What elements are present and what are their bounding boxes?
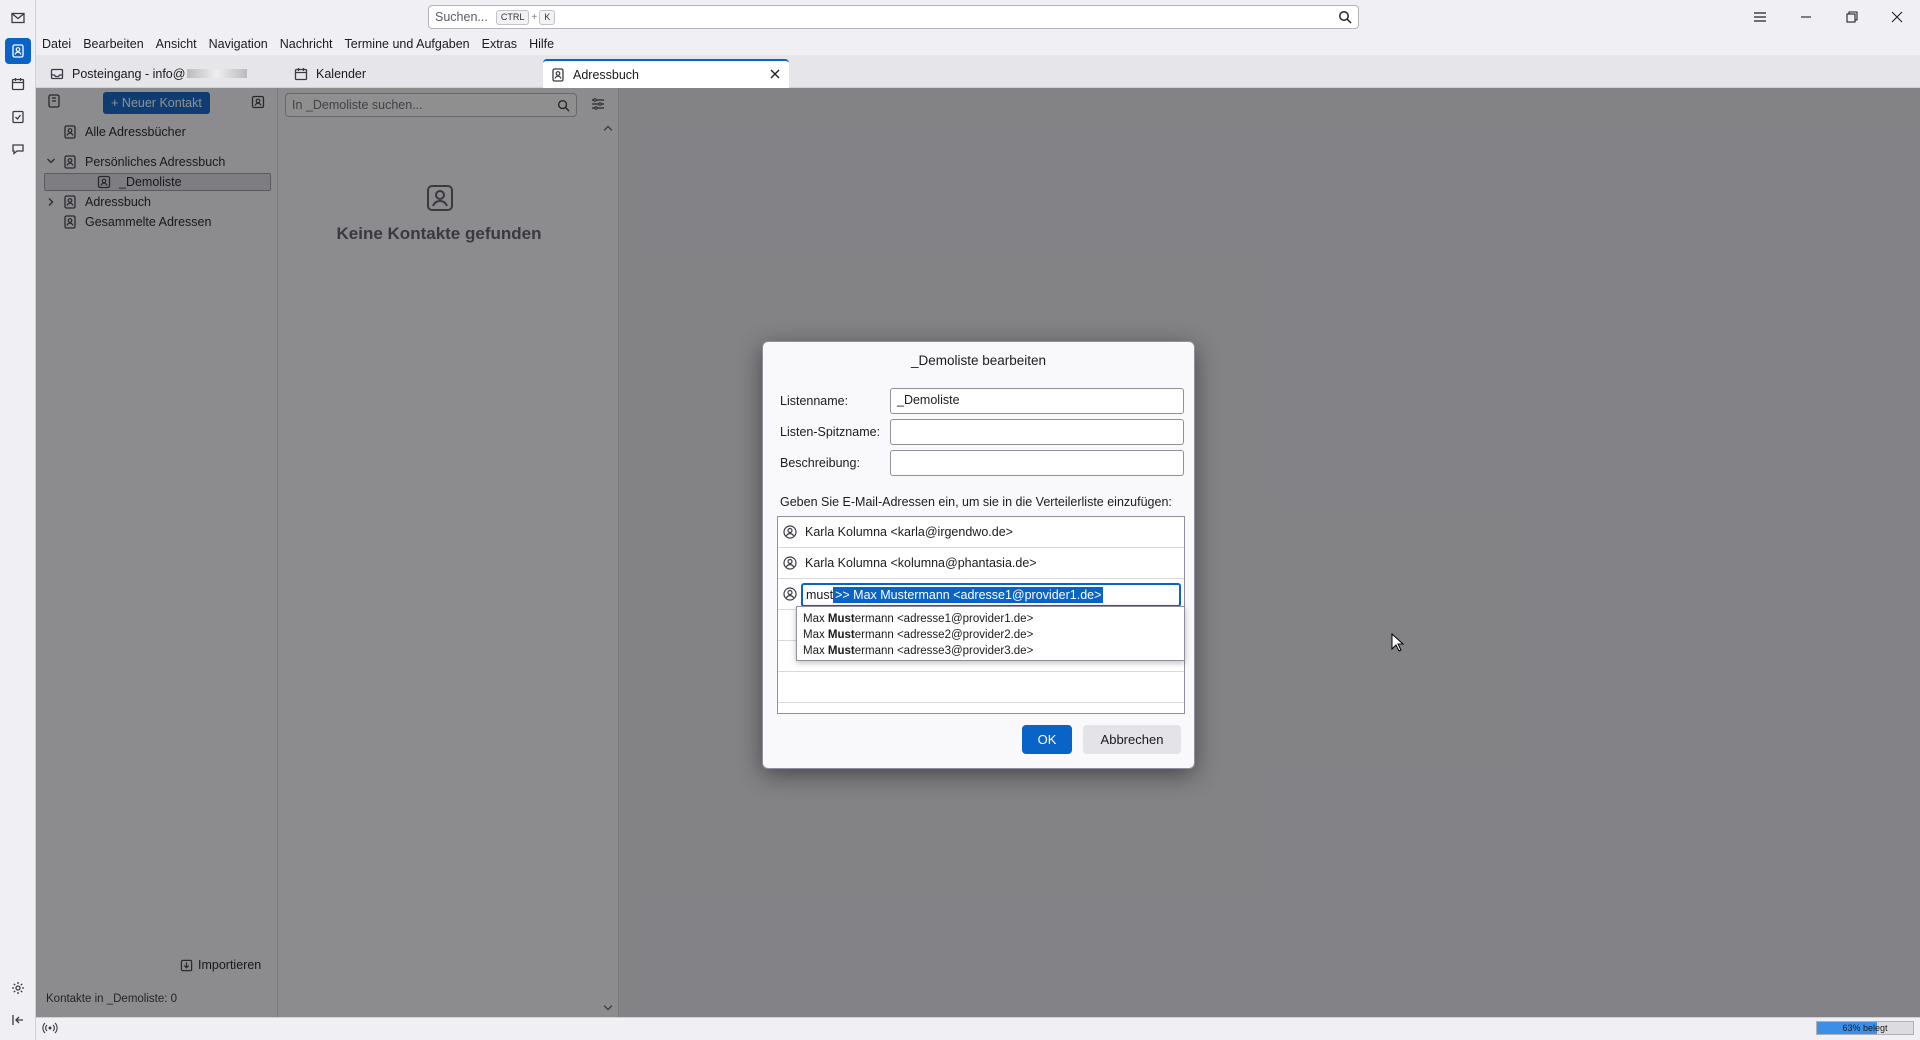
search-placeholder: Suchen... bbox=[435, 10, 488, 24]
autocomplete-option[interactable]: Max Mustermann <adresse3@provider3.de> bbox=[797, 643, 1184, 659]
tab-address-book-label: Adressbuch bbox=[573, 67, 640, 82]
search-icon[interactable] bbox=[1338, 10, 1352, 24]
address-row[interactable]: Karla Kolumna <karla@irgendwo.de> bbox=[778, 517, 1184, 548]
tab-calendar-label: Kalender bbox=[316, 66, 367, 81]
collapse-toolbar-icon[interactable] bbox=[5, 1007, 31, 1033]
menu-ansicht[interactable]: Ansicht bbox=[156, 37, 197, 51]
address-row-text: Karla Kolumna <kolumna@phantasia.de> bbox=[805, 556, 1037, 570]
autocomplete-option[interactable]: Max Mustermann <adresse1@provider1.de> bbox=[797, 611, 1184, 627]
tab-bar: Posteingang - info@ Kalender Adressbuch bbox=[36, 55, 1920, 88]
listname-input[interactable]: _Demoliste bbox=[890, 388, 1184, 414]
address-book-icon[interactable] bbox=[5, 38, 31, 64]
option-match: Must bbox=[827, 629, 855, 641]
option-suffix: ermann <adresse1@provider1.de> bbox=[854, 613, 1034, 625]
address-book-tab-icon bbox=[551, 67, 565, 82]
menu-hilfe[interactable]: Hilfe bbox=[529, 37, 554, 51]
quota-label: 63% belegt bbox=[1842, 1023, 1888, 1033]
calendar-icon[interactable] bbox=[5, 71, 31, 97]
menu-termine-und-aufgaben[interactable]: Termine und Aufgaben bbox=[345, 37, 470, 51]
address-autocomplete-input[interactable]: must >> Max Mustermann <adresse1@provider… bbox=[801, 583, 1181, 607]
edit-list-dialog: _Demoliste bearbeiten Listenname: _Demol… bbox=[762, 341, 1195, 769]
shortcut-plus: + bbox=[531, 11, 538, 23]
shortcut-ctrl: CTRL bbox=[495, 9, 530, 25]
contact-icon bbox=[783, 525, 797, 539]
tasks-icon[interactable] bbox=[5, 104, 31, 130]
close-tab-address-book-icon[interactable] bbox=[769, 68, 781, 80]
tab-inbox-label: Posteingang - info@ bbox=[72, 66, 186, 81]
instruction-text: Geben Sie E-Mail-Adressen ein, um sie in… bbox=[780, 495, 1172, 509]
tab-address-book[interactable]: Adressbuch bbox=[543, 59, 789, 88]
redacted-email-mark bbox=[187, 69, 248, 78]
option-suffix: ermann <adresse2@provider2.de> bbox=[854, 629, 1034, 641]
nickname-input[interactable] bbox=[890, 419, 1184, 445]
description-label: Beschreibung: bbox=[780, 456, 860, 470]
autocomplete-popup: Max Mustermann <adresse1@provider1.de> M… bbox=[796, 606, 1185, 661]
address-row[interactable]: Karla Kolumna <kolumna@phantasia.de> bbox=[778, 548, 1184, 579]
dialog-title: _Demoliste bearbeiten bbox=[910, 353, 1047, 368]
global-search-input[interactable]: Suchen... CTRL + K bbox=[428, 5, 1359, 29]
menu-bearbeiten[interactable]: Bearbeiten bbox=[83, 37, 143, 51]
online-status-icon[interactable] bbox=[42, 1021, 58, 1035]
menu-extras[interactable]: Extras bbox=[482, 37, 517, 51]
menu-datei[interactable]: Datei bbox=[42, 37, 71, 51]
option-prefix: Max bbox=[803, 613, 828, 625]
restore-icon[interactable] bbox=[1829, 0, 1875, 33]
calendar-tab-icon bbox=[294, 67, 308, 81]
option-prefix: Max bbox=[803, 629, 828, 641]
chat-icon[interactable] bbox=[5, 136, 31, 162]
autocomplete-option[interactable]: Max Mustermann <adresse2@provider2.de> bbox=[797, 627, 1184, 643]
address-row-empty[interactable] bbox=[778, 672, 1184, 703]
ok-button[interactable]: OK bbox=[1022, 725, 1072, 754]
menu-bar: Datei Bearbeiten Ansicht Navigation Nach… bbox=[36, 33, 1920, 55]
option-match: Must bbox=[827, 645, 855, 657]
nickname-label: Listen-Spitzname: bbox=[780, 425, 881, 439]
app-menu-hamburger-icon[interactable] bbox=[1737, 0, 1783, 33]
storage-quota-meter: 63% belegt bbox=[1816, 1021, 1914, 1035]
contact-icon bbox=[783, 587, 797, 601]
shortcut-k: K bbox=[539, 9, 556, 25]
option-prefix: Max bbox=[803, 645, 828, 657]
cancel-button[interactable]: Abbrechen bbox=[1083, 725, 1181, 754]
menu-navigation[interactable]: Navigation bbox=[209, 37, 268, 51]
status-bar bbox=[36, 1017, 1920, 1040]
address-row-text: Karla Kolumna <karla@irgendwo.de> bbox=[805, 525, 1013, 539]
typed-text: must bbox=[806, 588, 834, 602]
listname-label: Listenname: bbox=[780, 394, 849, 408]
autocomplete-suggestion: >> Max Mustermann <adresse1@provider1.de… bbox=[833, 587, 1104, 603]
description-input[interactable] bbox=[890, 450, 1184, 476]
inbox-icon bbox=[50, 67, 64, 81]
close-window-icon[interactable] bbox=[1874, 0, 1920, 33]
menu-nachricht[interactable]: Nachricht bbox=[280, 37, 333, 51]
mouse-cursor-icon bbox=[1391, 633, 1404, 652]
mail-icon[interactable] bbox=[5, 5, 31, 31]
tab-calendar[interactable]: Kalender bbox=[286, 59, 576, 88]
spaces-toolbar bbox=[0, 0, 36, 1040]
option-suffix: ermann <adresse3@provider3.de> bbox=[854, 645, 1034, 657]
tab-inbox[interactable]: Posteingang - info@ bbox=[42, 59, 282, 88]
minimize-icon[interactable] bbox=[1783, 0, 1829, 33]
contact-icon bbox=[783, 556, 797, 570]
settings-gear-icon[interactable] bbox=[5, 975, 31, 1001]
option-match: Must bbox=[827, 613, 855, 625]
